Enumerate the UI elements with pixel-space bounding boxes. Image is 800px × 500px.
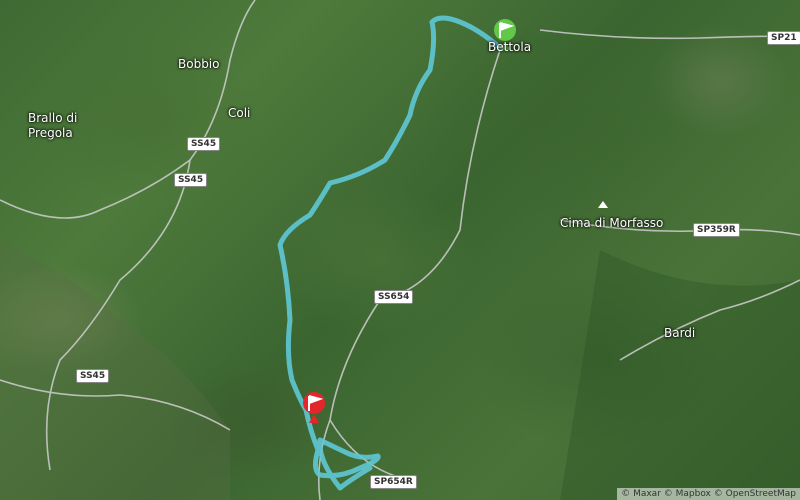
- road-shield-ss45: SS45: [174, 173, 208, 187]
- road-ss45: [0, 0, 256, 219]
- road-shield-sp359r: SP359R: [693, 223, 740, 237]
- place-brallo: Brallo di Pregola: [28, 111, 78, 140]
- place-bobbio: Bobbio: [178, 57, 220, 71]
- place-cima-di-morfasso: Cima di Morfasso: [560, 216, 664, 230]
- place-bardi: Bardi: [664, 326, 696, 340]
- road-shield-ss45: SS45: [76, 369, 110, 383]
- road-shield-sp21: SP21: [767, 31, 800, 45]
- map-overlay: [0, 0, 800, 500]
- peak-icon: [598, 201, 608, 208]
- road-shield-sp654r: SP654R: [370, 475, 417, 489]
- road-shield-ss45: SS45: [187, 137, 221, 151]
- road-sp21: [539, 29, 800, 40]
- road-shield-ss654: SS654: [374, 290, 414, 304]
- place-bettola: Bettola: [488, 40, 532, 54]
- mountain-shade: [0, 240, 230, 500]
- map-attribution[interactable]: © Maxar © Mapbox © OpenStreetMap: [617, 488, 800, 500]
- valley-shade: [560, 250, 800, 500]
- place-coli: Coli: [228, 106, 251, 120]
- map-canvas[interactable]: Bobbio Coli Brallo di Pregola Bettola Ci…: [0, 0, 800, 500]
